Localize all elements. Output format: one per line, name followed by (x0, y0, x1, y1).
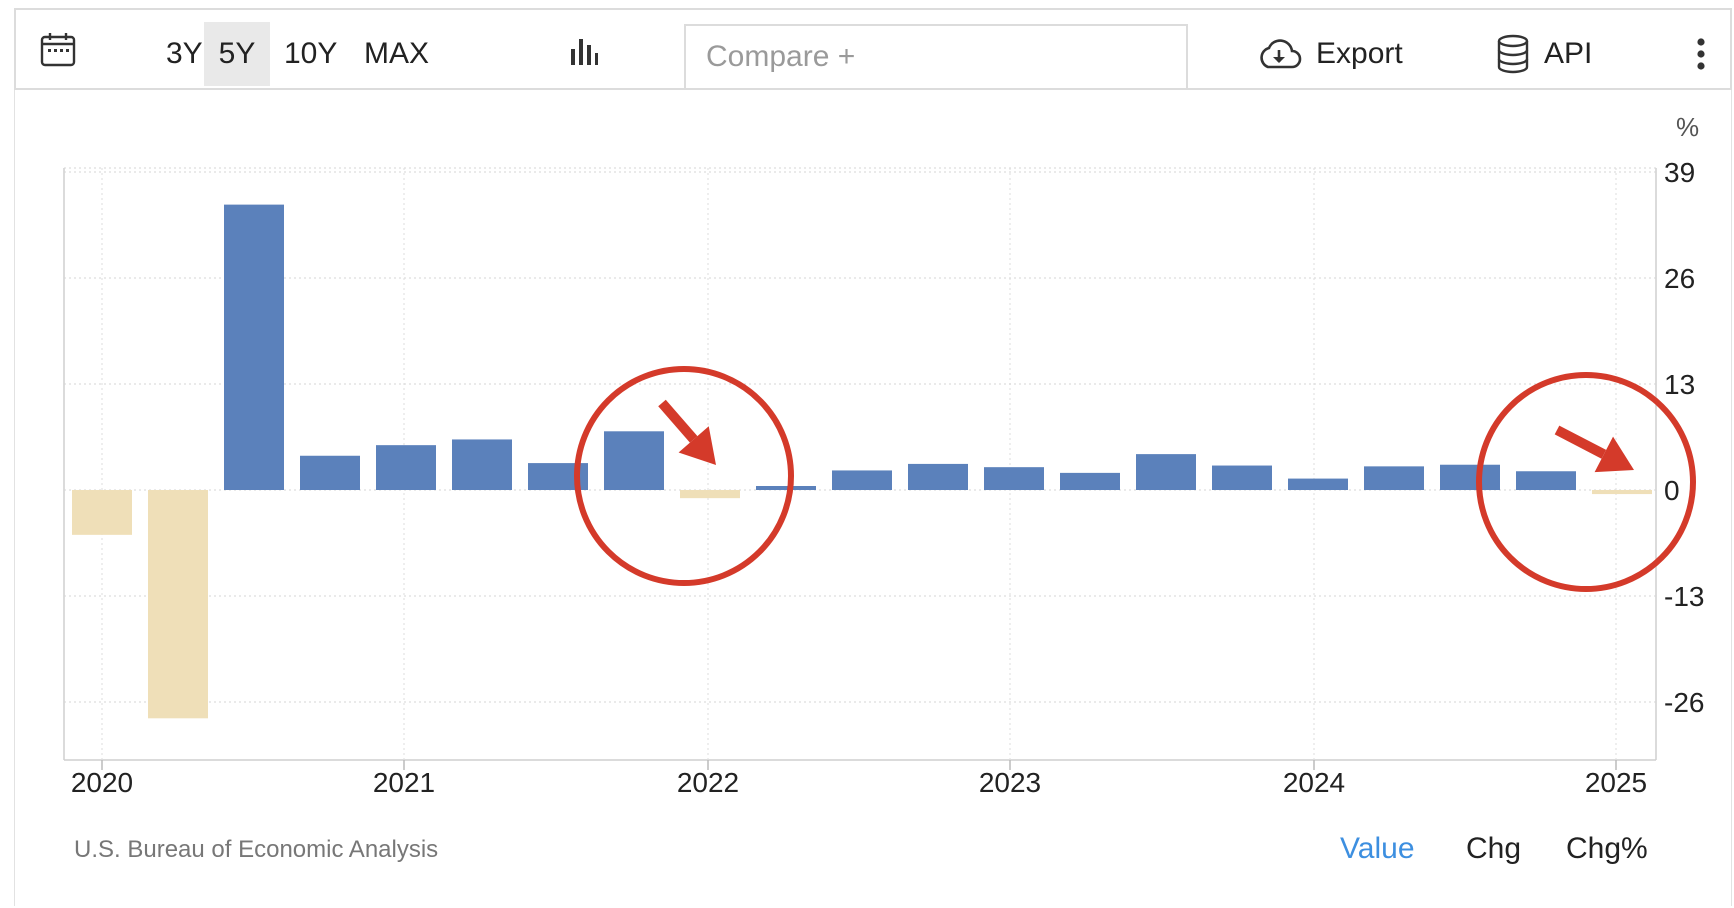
bar-2022-Q2 (756, 486, 816, 490)
bar-2021-Q2 (452, 439, 512, 490)
bar-2024-Q1 (1288, 478, 1348, 490)
y-tick-label: -13 (1664, 581, 1704, 612)
bar-2021-Q1 (376, 445, 436, 490)
bar-2024-Q3 (1440, 464, 1500, 490)
x-tick-label: 2024 (1283, 767, 1345, 798)
bar-2023-Q4 (1212, 465, 1272, 490)
bar-2022-Q4 (908, 463, 968, 490)
unit-label: % (1676, 112, 1699, 142)
bar-2023-Q3 (1136, 454, 1196, 490)
annotation-2022-arrow-shaft (658, 399, 698, 443)
x-tick-label: 2023 (979, 767, 1041, 798)
view-chg-tab[interactable]: Chg (1466, 832, 1521, 866)
x-tick-label: 2021 (373, 767, 435, 798)
x-tick-label: 2025 (1585, 767, 1647, 798)
bar-2020-Q3 (224, 204, 284, 490)
view-chg-percent-tab[interactable]: Chg% (1566, 832, 1648, 866)
bar-2023-Q1 (984, 467, 1044, 490)
bar-2025-Q1 (1592, 490, 1652, 495)
source-label: U.S. Bureau of Economic Analysis (74, 836, 439, 863)
bar-chart: 39 26 13 0 -13 -26% 2020 2021 2022 2023 2024 2025 (63, 112, 1704, 798)
x-tick-label: 2022 (677, 767, 739, 798)
view-value-tab[interactable]: Value (1340, 832, 1415, 866)
y-tick-label: 26 (1664, 263, 1695, 294)
y-tick-label: -26 (1664, 687, 1704, 718)
bar-2020-Q4 (300, 455, 360, 490)
bar-2021-Q4 (604, 431, 664, 490)
y-tick-label: 39 (1664, 157, 1695, 188)
annotation-2025-arrow-shaft (1554, 425, 1607, 459)
annotation-2025-circle (1476, 372, 1696, 592)
bar-2024-Q4 (1516, 471, 1576, 490)
bar-2022-Q1 (680, 490, 740, 499)
bar-2024-Q2 (1364, 466, 1424, 490)
bar-2023-Q2 (1060, 472, 1120, 490)
bar-2022-Q3 (832, 470, 892, 490)
x-tick-label: 2020 (71, 767, 133, 798)
y-tick-label: 13 (1664, 369, 1695, 400)
bar-2020-Q1 (72, 490, 132, 535)
bar-2020-Q2 (148, 490, 208, 719)
y-tick-label: 0 (1664, 475, 1680, 506)
